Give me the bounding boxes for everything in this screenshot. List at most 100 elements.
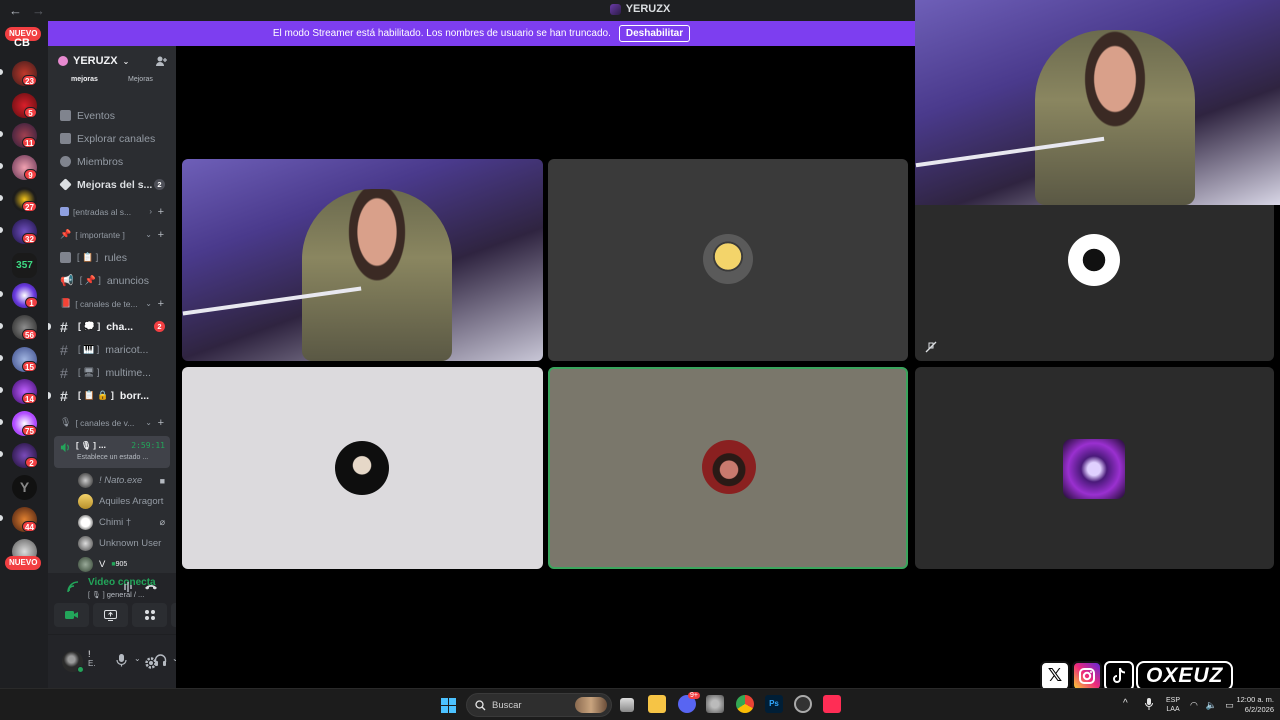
voice-user[interactable]: Aquiles Aragort <box>48 491 176 512</box>
voice-user[interactable]: Chimi † ⌀ <box>48 512 176 533</box>
new-badge-bottom: NUEVO <box>5 556 42 570</box>
tiktok-app-icon[interactable] <box>823 695 841 713</box>
video-tile-user6[interactable] <box>915 367 1274 569</box>
unread-pip <box>0 69 3 75</box>
video-tile-user3[interactable] <box>915 205 1274 361</box>
hash-icon: # <box>60 318 68 335</box>
tray-icons[interactable]: ◠ 🔈 ▭ <box>1190 700 1234 711</box>
add-channel-icon[interactable]: + <box>158 298 164 310</box>
microphone-icon[interactable] <box>115 653 128 667</box>
bracket-emoji: [ 💭 ] <box>78 321 101 331</box>
voice-channel-general[interactable]: [ 🎙 ] ... 2:59:11 Establece un estado ..… <box>54 436 170 468</box>
invite-people-icon[interactable] <box>155 55 167 67</box>
video-tile-self-preview[interactable] <box>915 0 1280 205</box>
taskbar-search[interactable]: Buscar <box>466 693 612 717</box>
windows-start-icon[interactable] <box>441 698 456 713</box>
category-canales-voz[interactable]: 🎙 [ canales de v... ⌄ + <box>48 411 176 434</box>
server-badge: 23 <box>22 75 37 86</box>
category-canales-texto[interactable]: 📕 [ canales de te... ⌄ + <box>48 292 176 315</box>
server-header[interactable]: YERUZX ⌄ <box>48 46 176 76</box>
boost-label-right: Mejoras <box>128 76 153 83</box>
voice-user-name: Chimi † <box>99 517 132 528</box>
voice-user[interactable]: V ■905 <box>48 554 176 575</box>
channel-rules[interactable]: [ 📋 ] rules <box>48 246 176 269</box>
video-tile-streamer[interactable] <box>182 159 543 361</box>
steam-icon[interactable] <box>794 695 812 713</box>
avatar <box>1063 439 1125 499</box>
server-badge: 2 <box>25 457 38 468</box>
channel-maricot[interactable]: # [ 🎹 ] maricot... <box>48 338 176 361</box>
speaker-icon <box>60 442 69 453</box>
video-tile-user4[interactable] <box>182 367 543 569</box>
voice-sub-label: [ 🎙 ] general / ... <box>88 590 145 599</box>
channel-borr[interactable]: # [ 📋 🔒 ] borr... <box>48 384 176 407</box>
unread-pip <box>0 515 3 521</box>
voice-status[interactable]: Establece un estado ... <box>77 454 148 461</box>
settings-gear-icon[interactable] <box>144 656 158 670</box>
nav-events-label: Eventos <box>77 109 115 122</box>
screen-share-button[interactable] <box>93 603 128 627</box>
clock[interactable]: 12:00 a. m. 6/2/2026 <box>1234 695 1274 715</box>
file-explorer-icon[interactable] <box>648 695 666 713</box>
voice-action-buttons <box>54 603 176 627</box>
category-importante[interactable]: 📌 [ importante ] ⌄ + <box>48 223 176 246</box>
chrome-icon[interactable] <box>736 695 754 713</box>
instagram-logo-icon <box>1072 660 1102 691</box>
voice-timer: 2:59:11 <box>131 441 165 450</box>
chevron-down-icon[interactable]: ⌄ <box>134 654 141 663</box>
boosts-count-badge: 2 <box>154 179 165 190</box>
nav-events[interactable]: Eventos <box>48 104 176 127</box>
tray-overflow-icon[interactable]: ^ <box>1123 698 1128 709</box>
server-label-cb[interactable]: CB <box>14 37 30 49</box>
avatar <box>78 536 93 551</box>
add-channel-icon[interactable]: + <box>158 206 164 218</box>
nav-browse-channels[interactable]: Explorar canales <box>48 127 176 150</box>
avatar <box>78 515 93 530</box>
nav-members[interactable]: Miembros <box>48 150 176 173</box>
boost-gem-icon <box>59 178 72 191</box>
bracket-emoji: [ 📋 ] <box>77 252 99 262</box>
disconnect-icon[interactable] <box>144 580 158 594</box>
signal-icon[interactable] <box>66 580 80 594</box>
keyboard-language[interactable]: ESP LAA <box>1166 696 1180 714</box>
voice-user[interactable]: Unknown User <box>48 533 176 554</box>
nav-browse-label: Explorar canales <box>77 132 156 145</box>
voice-user[interactable]: ! Nato.exe ■ <box>48 470 176 491</box>
activities-button[interactable] <box>132 603 167 627</box>
voice-user-name: Aquiles Aragort <box>99 496 164 507</box>
disable-streamer-mode-button[interactable]: Deshabilitar <box>618 25 691 42</box>
microphone-icon[interactable] <box>1145 698 1153 710</box>
chevron-down-icon[interactable]: ⌄ <box>172 654 176 663</box>
lang-code: ESP <box>1166 697 1181 704</box>
chevron-down-icon: ⌄ <box>145 299 152 308</box>
muted-mic-icon <box>925 341 937 353</box>
camera-button[interactable] <box>54 603 89 627</box>
nav-server-boosts[interactable]: Mejoras del s... 2 <box>48 173 176 196</box>
unread-pip <box>0 355 3 361</box>
task-view-icon[interactable] <box>620 698 634 712</box>
search-highlight-image <box>575 697 607 713</box>
server-icon-357[interactable]: 357 <box>12 253 37 278</box>
video-tile-user2[interactable] <box>548 159 908 361</box>
category-entradas[interactable]: [entradas al s... › + <box>48 200 176 223</box>
user-name: ! <box>88 649 91 659</box>
unread-pip <box>0 195 3 201</box>
unread-pip <box>0 131 3 137</box>
nav-boosts-label: Mejoras del s... <box>77 178 153 191</box>
noise-suppression-icon[interactable] <box>120 580 134 594</box>
server-badge: 15 <box>22 361 37 372</box>
add-channel-icon[interactable]: + <box>158 229 164 241</box>
discord-badge: 9+ <box>688 692 700 699</box>
video-tile-user5-speaking[interactable] <box>548 367 908 569</box>
channel-chat[interactable]: # [ 💭 ] cha... 2 <box>48 315 176 338</box>
photoshop-icon[interactable]: Ps <box>765 695 783 713</box>
channel-multimedia[interactable]: # [ 🖥 ] multime... <box>48 361 176 384</box>
server-badge: 44 <box>22 521 37 532</box>
channel-anuncios[interactable]: 📢 [ 📌 ] anuncios <box>48 269 176 292</box>
soundboard-button[interactable] <box>171 603 176 627</box>
server-icon-y[interactable]: Y <box>12 475 37 500</box>
bracket-emoji: [ 🖥 ] <box>78 367 100 377</box>
add-channel-icon[interactable]: + <box>158 417 164 429</box>
lang-layout: LAA <box>1166 706 1180 713</box>
settings-app-icon[interactable] <box>706 695 724 713</box>
